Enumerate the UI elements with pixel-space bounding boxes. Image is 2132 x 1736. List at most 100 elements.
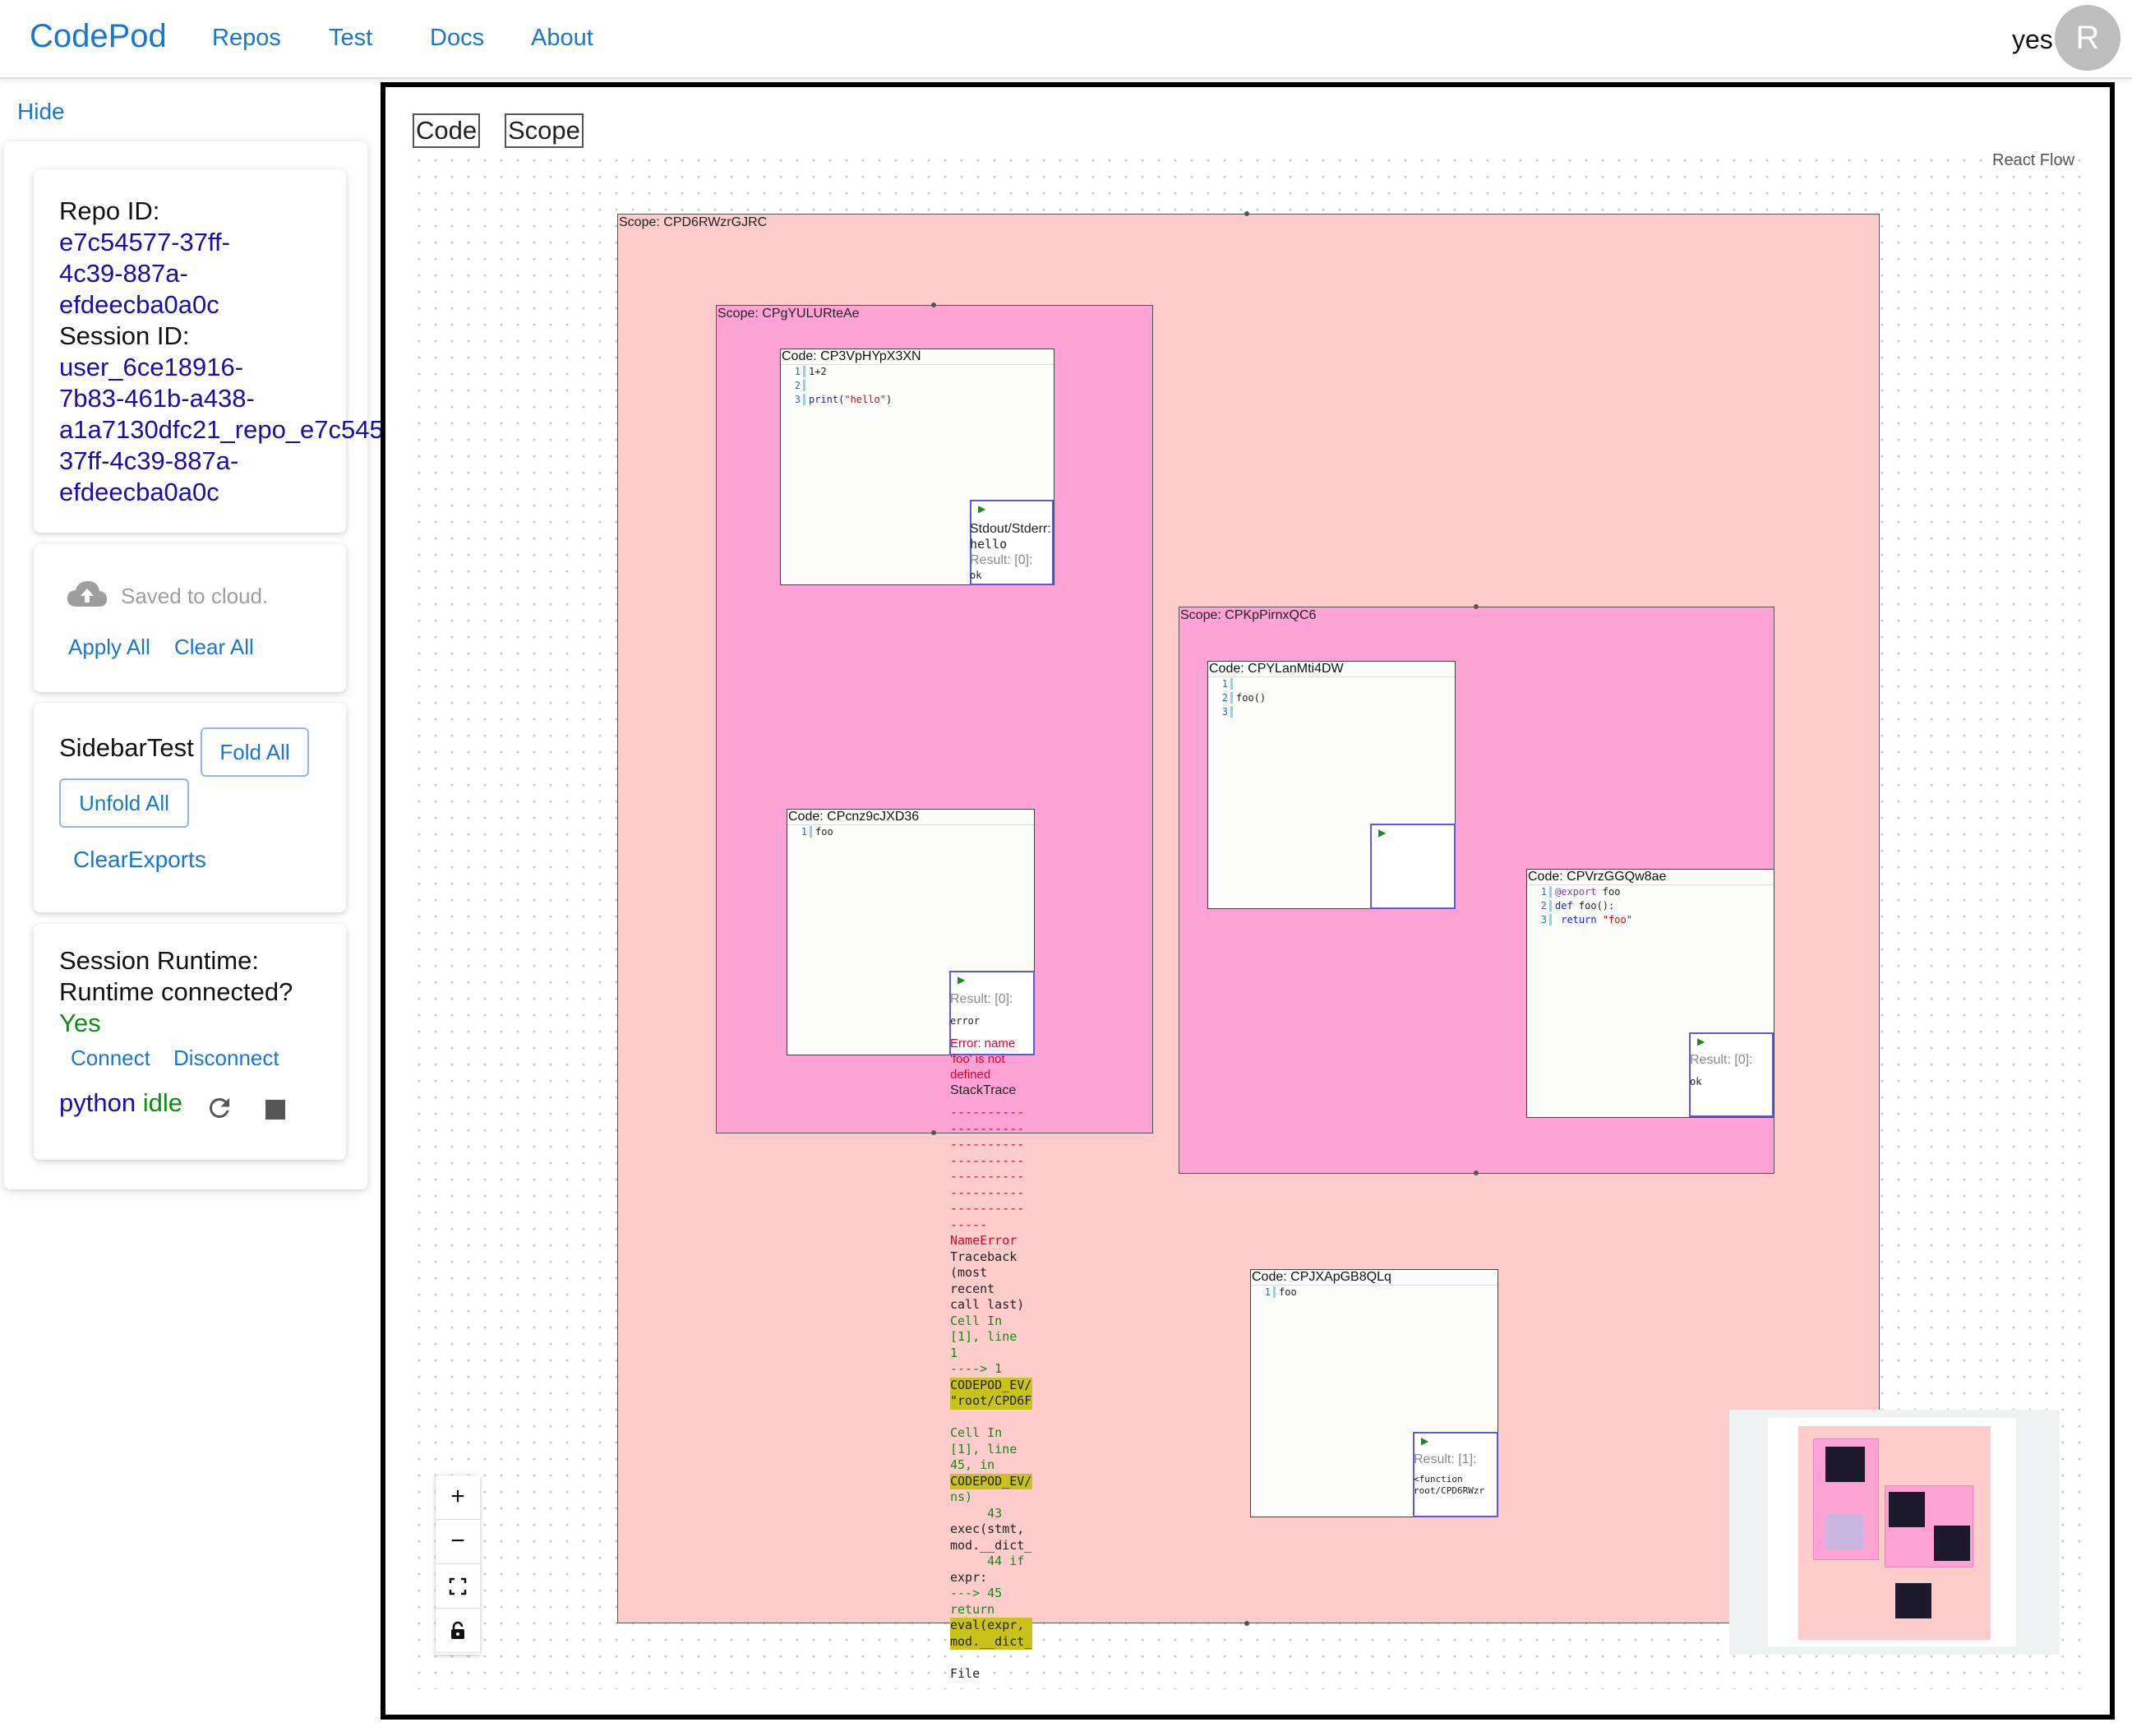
session-id-value[interactable]: a1a7130dfc21_repo_e7c545 (59, 414, 384, 446)
play-icon[interactable]: ▶ (1378, 827, 1386, 838)
add-code-button[interactable]: Code (413, 113, 481, 148)
trace-line: (most (950, 1265, 988, 1280)
code-line[interactable]: 2 (792, 380, 809, 391)
code-line[interactable]: 1 @export foo (1539, 886, 1620, 898)
zoom-controls: + − (436, 1475, 480, 1655)
trace-divider: ---------- (950, 1120, 1025, 1136)
clear-exports-button[interactable]: ClearExports (73, 847, 206, 873)
trace-line: return (950, 1601, 995, 1617)
connect-button[interactable]: Connect (71, 1046, 150, 1071)
trace-line: call last) (950, 1297, 1025, 1312)
repo-id-label: Repo ID: (59, 196, 160, 225)
session-id-value[interactable]: 37ff-4c39-887a- (59, 446, 384, 477)
trace-line: File (950, 1665, 981, 1681)
trace-line: exec(stmt, (950, 1521, 1025, 1536)
sidebar-test-title: SidebarTest (59, 733, 194, 762)
refresh-icon[interactable] (205, 1093, 234, 1123)
node-handle[interactable] (1474, 604, 1479, 609)
trace-line: "root/CPD6F (950, 1393, 1032, 1410)
unfold-all-button[interactable]: Unfold All (59, 778, 189, 828)
code-line[interactable]: 1 (1220, 678, 1236, 690)
node-handle[interactable] (1244, 211, 1249, 216)
fit-view-icon[interactable] (436, 1564, 480, 1609)
code-line[interactable]: 3 return "foo" (1539, 914, 1632, 926)
lock-icon[interactable] (436, 1609, 480, 1653)
save-status-card: Saved to cloud. Apply All Clear All (34, 544, 346, 692)
node-handle[interactable] (1244, 1621, 1249, 1626)
minimap[interactable] (1729, 1410, 2060, 1655)
session-id-label: Session ID: (59, 321, 190, 350)
trace-divider: ---------- (950, 1105, 1025, 1120)
session-id-value[interactable]: 7b83-461b-a438- (59, 383, 384, 414)
trace-line (950, 1650, 1032, 1666)
kernel-status: idle (142, 1088, 182, 1117)
code-line[interactable]: 1 foo (799, 826, 833, 838)
play-icon[interactable]: ▶ (978, 503, 985, 515)
code-line[interactable]: 2 foo() (1220, 692, 1266, 704)
runtime-title: Session Runtime: (59, 946, 259, 975)
stack-trace: ---------- ---------- ---------- ----------… (950, 1105, 1032, 1688)
trace-line: ns) (950, 1489, 973, 1504)
avatar[interactable]: R (2055, 5, 2120, 71)
trace-line (950, 1410, 1032, 1426)
runtime-card: Session Runtime: Runtime connected? Yes … (34, 924, 346, 1160)
nav-repos[interactable]: Repos (212, 25, 281, 52)
trace-line: ---> 45 (950, 1586, 1003, 1600)
trace-line: CODEPOD_EV/ (950, 1473, 1032, 1489)
code-line[interactable]: 1 foo (1262, 1286, 1297, 1298)
code-line[interactable]: 3 print("hello") (792, 394, 892, 405)
trace-line: Cell In (950, 1313, 1003, 1328)
pod-label: Code: CPcnz9cJXD36 (788, 810, 920, 824)
code-line[interactable]: 2 def foo(): (1539, 900, 1614, 912)
clear-all-button[interactable]: Clear All (174, 635, 254, 660)
session-id-value[interactable]: efdeecba0a0c (59, 477, 384, 508)
pod-label: Code: CPYLanMti4DW (1209, 662, 1344, 676)
zoom-in-icon[interactable]: + (436, 1475, 480, 1520)
repo-id-value[interactable]: 4c39-887a- (59, 258, 384, 289)
node-handle[interactable] (1474, 1170, 1479, 1175)
nav-test[interactable]: Test (329, 25, 372, 52)
trace-line: mod.__dict_ (950, 1633, 1032, 1650)
trace-line: [1], line (950, 1329, 1018, 1344)
trace-line: Traceback (950, 1249, 1018, 1264)
play-icon[interactable]: ▶ (1421, 1435, 1428, 1447)
repo-id-value[interactable]: efdeecba0a0c (59, 289, 384, 321)
play-icon[interactable]: ▶ (1697, 1036, 1705, 1047)
scope-label: Scope: CPKpPirnxQC6 (1180, 608, 1317, 622)
apply-all-button[interactable]: Apply All (68, 635, 150, 660)
session-id-value[interactable]: user_6ce18916- (59, 352, 384, 383)
code-line[interactable]: 1 1+2 (792, 366, 827, 377)
node-handle[interactable] (931, 302, 936, 307)
stop-icon[interactable] (265, 1100, 285, 1120)
nav-docs[interactable]: Docs (430, 25, 484, 52)
trace-divider: ---------- (950, 1169, 1025, 1184)
disconnect-button[interactable]: Disconnect (173, 1046, 279, 1071)
sidebar: Repo ID: e7c54577-37ff- 4c39-887a- efdee… (4, 141, 384, 1189)
trace-divider: ---------- (950, 1152, 1025, 1168)
pod-label: Code: CPJXApGB8QLq (1252, 1270, 1391, 1284)
hide-sidebar-link[interactable]: Hide (17, 99, 65, 125)
brand-logo[interactable]: CodePod (30, 18, 167, 55)
result-output: Result: [0]: ok (1690, 1053, 1753, 1087)
zoom-out-icon[interactable]: − (436, 1520, 480, 1564)
trace-line: expr: (950, 1569, 988, 1585)
react-flow-attribution[interactable]: React Flow (1992, 151, 2074, 170)
nav-about[interactable]: About (531, 25, 593, 52)
pod-label: Code: CPVrzGGQw8ae (1528, 870, 1667, 884)
save-status-text: Saved to cloud. (121, 584, 269, 608)
trace-line: 43 (950, 1505, 1003, 1521)
trace-divider: ---------- (950, 1184, 1025, 1200)
node-handle[interactable] (931, 1130, 936, 1135)
add-scope-button[interactable]: Scope (505, 113, 584, 148)
fold-all-button[interactable]: Fold All (201, 727, 309, 777)
repo-id-value[interactable]: e7c54577-37ff- (59, 227, 384, 258)
repo-info-card: Repo ID: e7c54577-37ff- 4c39-887a- efdee… (34, 169, 384, 533)
pod-label: Code: CP3VpHYpX3XN (782, 349, 921, 363)
play-icon[interactable]: ▶ (958, 974, 965, 986)
trace-line: [1], line (950, 1441, 1018, 1457)
runtime-question: Runtime connected? (59, 977, 293, 1006)
trace-divider: ----- (950, 1217, 988, 1232)
result-panel: ▶ (1370, 824, 1456, 909)
scope-label: Scope: CPgYULURteAe (718, 307, 860, 321)
code-line[interactable]: 3 (1220, 706, 1236, 718)
